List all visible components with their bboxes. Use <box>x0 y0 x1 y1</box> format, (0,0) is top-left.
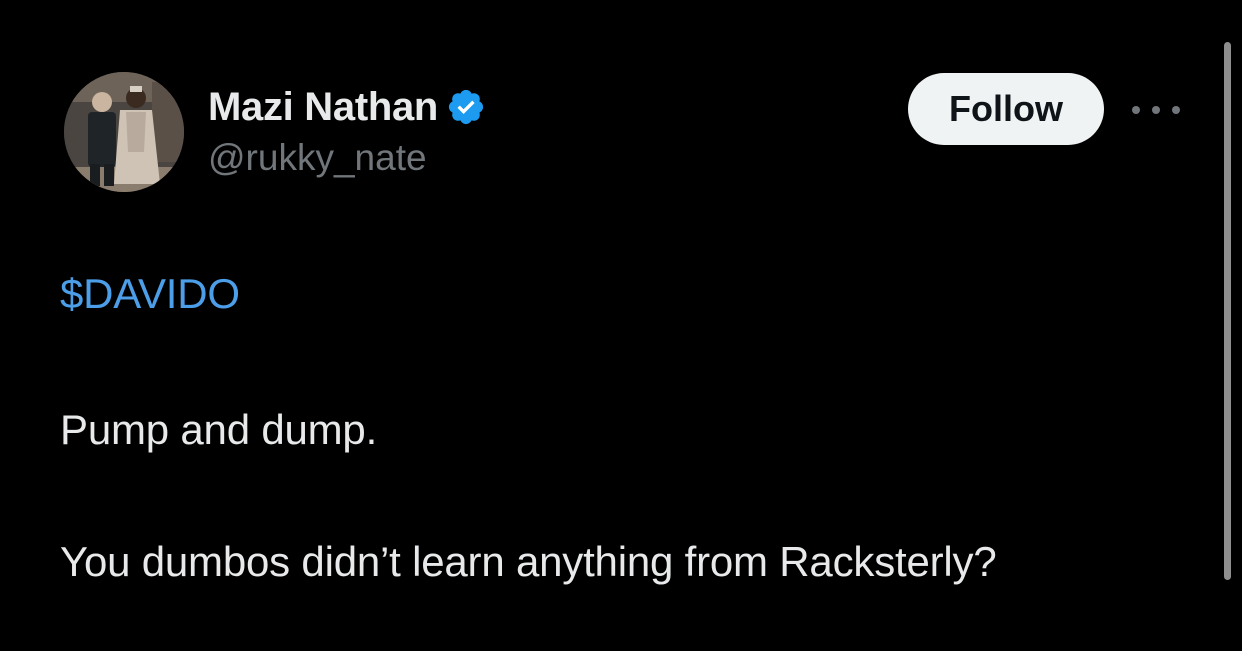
more-dot <box>1172 106 1180 114</box>
author-name-row: Mazi Nathan <box>208 84 486 130</box>
more-options-icon[interactable] <box>1132 92 1180 128</box>
cashtag-link[interactable]: $DAVIDO <box>60 270 240 318</box>
avatar-photo <box>64 72 184 192</box>
tweet-text-line: Pump and dump. <box>60 406 378 453</box>
more-dot <box>1132 106 1140 114</box>
follow-button[interactable]: Follow <box>908 73 1104 145</box>
more-dot <box>1152 106 1160 114</box>
scrollbar-thumb[interactable] <box>1224 42 1231 580</box>
author-handle[interactable]: @rukky_nate <box>208 137 427 179</box>
avatar[interactable] <box>64 72 184 192</box>
verified-badge-icon <box>446 87 486 127</box>
tweet-text-line: You dumbos didn’t learn anything from Ra… <box>60 538 997 585</box>
author-display-name[interactable]: Mazi Nathan <box>208 85 438 130</box>
